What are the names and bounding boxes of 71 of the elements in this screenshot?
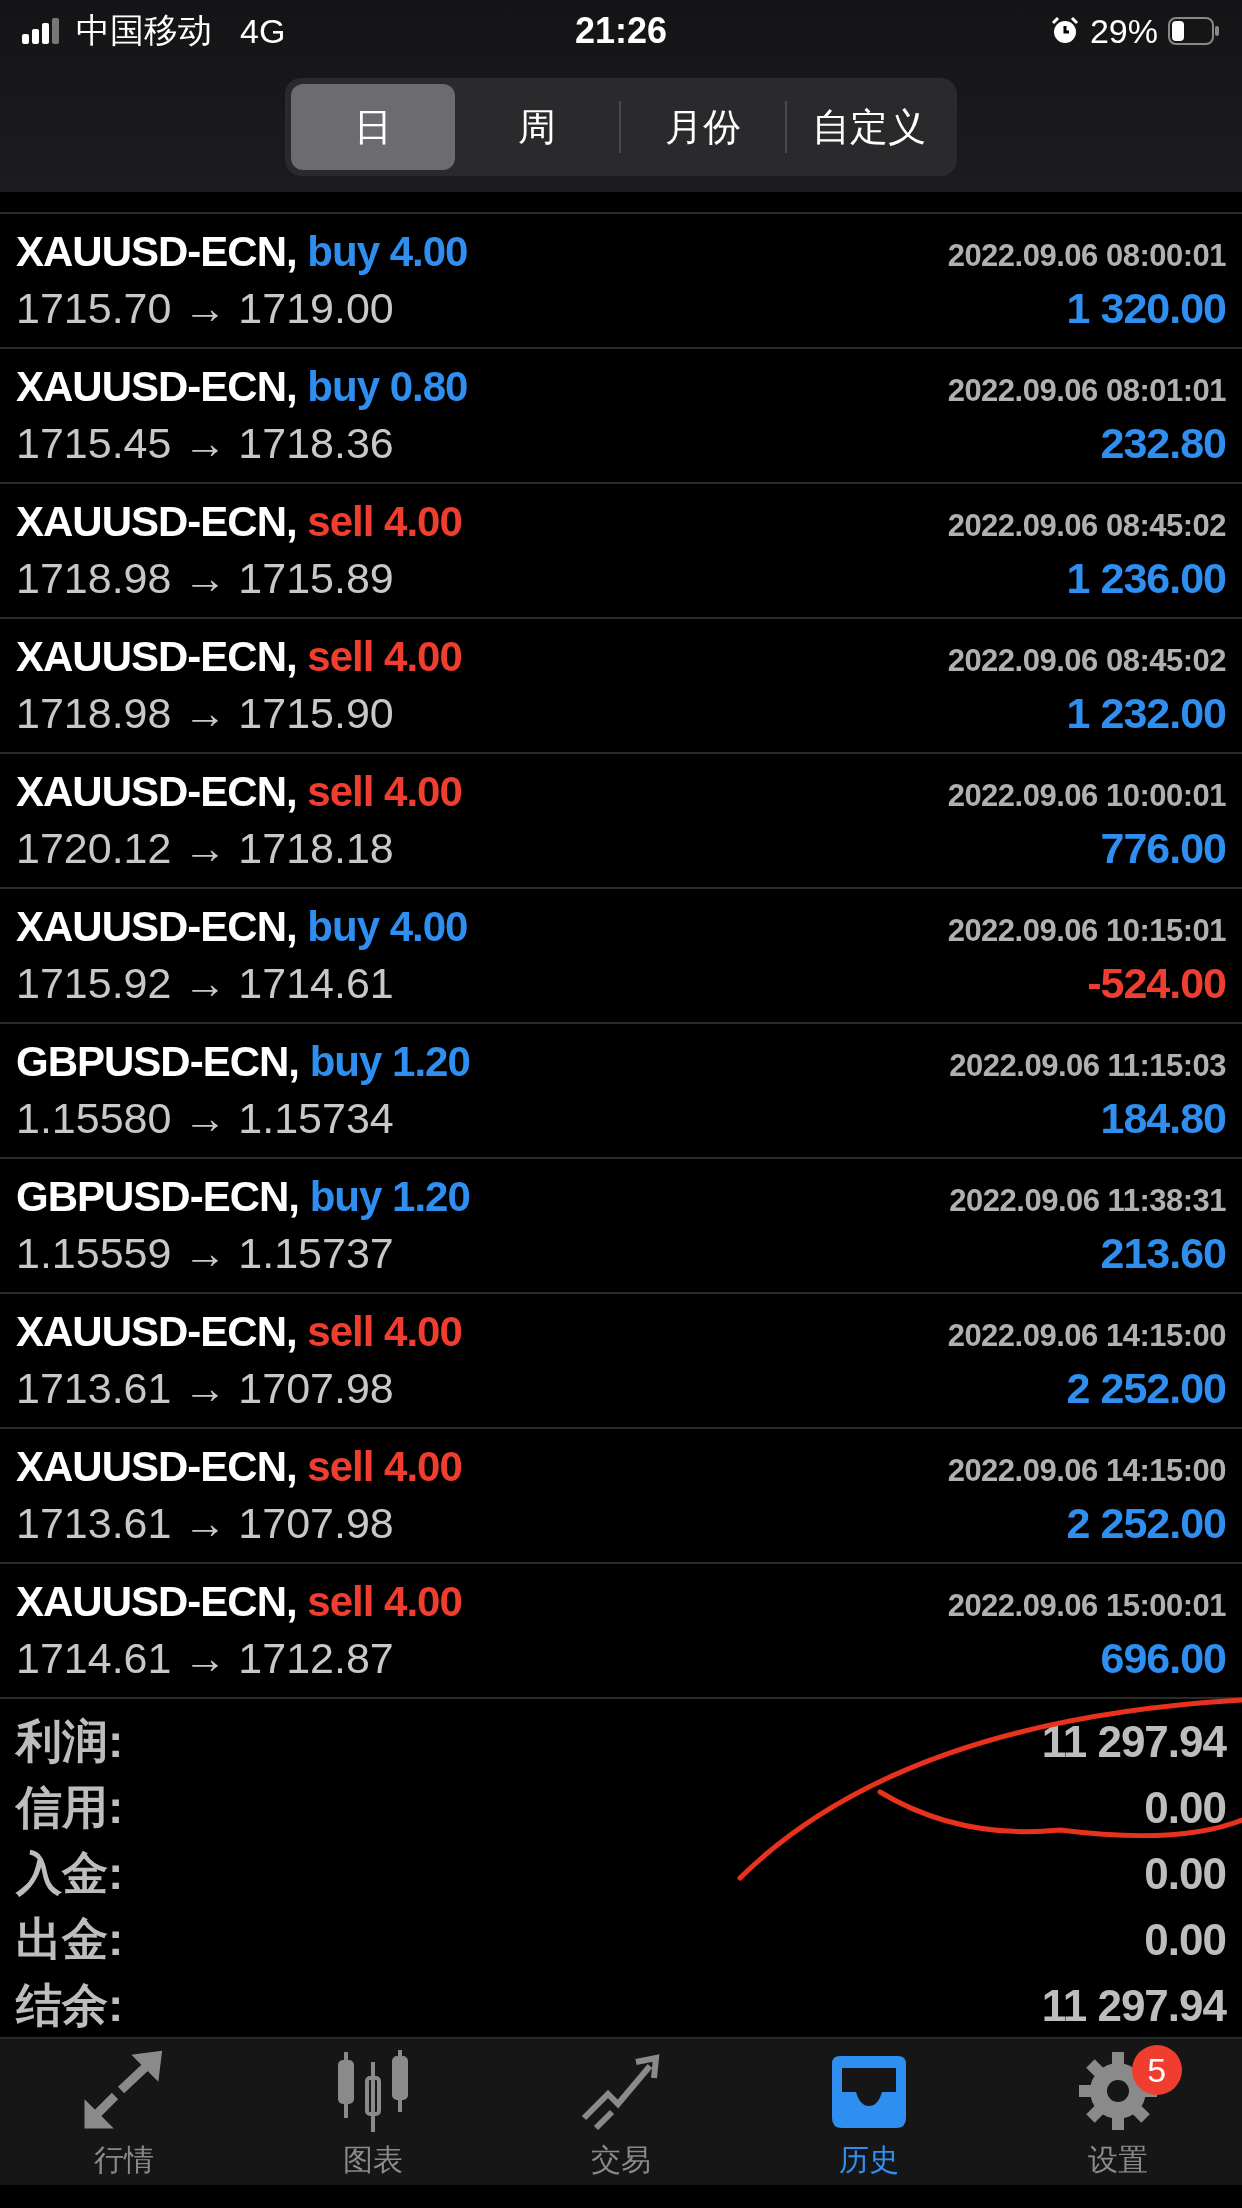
deal-profit: 2 252.00: [1066, 1499, 1226, 1548]
carrier-name: 中国移动: [76, 10, 212, 51]
tab-bar-item[interactable]: 设置 5: [993, 2039, 1242, 2185]
summary-label: 入金:: [16, 1846, 124, 1901]
deal-title: XAUUSD-ECN, sell 4.00: [16, 1443, 462, 1491]
signal-icon: [22, 18, 62, 44]
deal-time: 2022.09.06 08:45:02: [947, 643, 1226, 679]
period-tab[interactable]: 自定义: [787, 84, 951, 170]
deal-time: 2022.09.06 15:00:01: [947, 1588, 1226, 1624]
deal-title: GBPUSD-ECN, buy 1.20: [16, 1038, 470, 1086]
deal-profit: 184.80: [1100, 1094, 1226, 1143]
tab-bar-item[interactable]: 历史: [745, 2039, 994, 2185]
deal-time: 2022.09.06 08:00:01: [947, 238, 1226, 274]
deal-profit: 2 252.00: [1066, 1364, 1226, 1413]
deal-time: 2022.09.06 11:38:31: [949, 1183, 1226, 1219]
deal-time: 2022.09.06 11:15:03: [949, 1048, 1226, 1084]
deal-time: 2022.09.06 10:00:01: [947, 778, 1226, 814]
summary-label: 利润:: [16, 1714, 124, 1769]
summary-label: 结余:: [16, 1978, 124, 2033]
deal-title: XAUUSD-ECN, sell 4.00: [16, 1308, 462, 1356]
deal-prices: 1.15559 → 1.15737: [16, 1229, 394, 1278]
summary-value: 0.00: [1144, 1915, 1226, 1965]
deal-prices: 1718.98 → 1715.89: [16, 554, 394, 603]
deal-prices: 1.15580 → 1.15734: [16, 1094, 394, 1143]
summary-label: 出金:: [16, 1912, 124, 1967]
summary-value: 11 297.94: [1041, 1981, 1226, 2031]
deal-title: XAUUSD-ECN, sell 4.00: [16, 498, 462, 546]
deal-profit: 776.00: [1100, 824, 1226, 873]
deal-prices: 1715.92 → 1714.61: [16, 959, 394, 1008]
deal-title: XAUUSD-ECN, buy 0.80: [16, 363, 468, 411]
deal-profit: 1 320.00: [1066, 284, 1226, 333]
summary-value: 0.00: [1144, 1783, 1226, 1833]
tab-bar-item[interactable]: 行情: [0, 2039, 249, 2185]
deal-prices: 1713.61 → 1707.98: [16, 1499, 394, 1548]
deal-title: XAUUSD-ECN, buy 4.00: [16, 228, 468, 276]
deal-time: 2022.09.06 08:01:01: [947, 373, 1226, 409]
alarm-icon: [1049, 16, 1080, 46]
deal-title: XAUUSD-ECN, sell 4.00: [16, 633, 462, 681]
deal-prices: 1718.98 → 1715.90: [16, 689, 394, 738]
deal-profit: -524.00: [1087, 959, 1226, 1008]
deal-prices: 1713.61 → 1707.98: [16, 1364, 394, 1413]
summary-label: 信用:: [16, 1780, 124, 1835]
deal-profit: 1 232.00: [1066, 689, 1226, 738]
deal-prices: 1715.70 → 1719.00: [16, 284, 394, 333]
deal-prices: 1715.45 → 1718.36: [16, 419, 394, 468]
period-tab[interactable]: 月份: [621, 84, 785, 170]
deal-title: XAUUSD-ECN, buy 4.00: [16, 903, 468, 951]
summary-value: 11 297.94: [1041, 1717, 1226, 1767]
deal-time: 2022.09.06 14:15:00: [947, 1453, 1226, 1489]
deal-title: GBPUSD-ECN, buy 1.20: [16, 1173, 470, 1221]
deal-profit: 1 236.00: [1066, 554, 1226, 603]
deal-time: 2022.09.06 08:45:02: [947, 508, 1226, 544]
deal-profit: 232.80: [1100, 419, 1226, 468]
deal-title: XAUUSD-ECN, sell 4.00: [16, 1578, 462, 1626]
deal-title: XAUUSD-ECN, sell 4.00: [16, 768, 462, 816]
tab-bar-item[interactable]: 图表: [248, 2039, 497, 2185]
deal-profit: 696.00: [1100, 1634, 1226, 1683]
clock-time: 21:26: [574, 10, 668, 52]
notification-badge: 5: [1131, 2045, 1182, 2095]
deal-prices: 1720.12 → 1718.18: [16, 824, 394, 873]
deal-time: 2022.09.06 14:15:00: [947, 1318, 1226, 1354]
period-tab[interactable]: 周: [455, 84, 619, 170]
battery-icon: [1168, 17, 1220, 45]
battery-percent: 29%: [1089, 11, 1158, 51]
tab-bar-item[interactable]: 交易: [496, 2039, 746, 2185]
deal-prices: 1714.61 → 1712.87: [16, 1634, 394, 1683]
network-type: 4G: [240, 11, 286, 51]
deal-time: 2022.09.06 10:15:01: [947, 913, 1226, 949]
period-tab[interactable]: 日: [291, 84, 455, 170]
deal-profit: 213.60: [1100, 1229, 1226, 1278]
summary-value: 0.00: [1144, 1849, 1226, 1899]
